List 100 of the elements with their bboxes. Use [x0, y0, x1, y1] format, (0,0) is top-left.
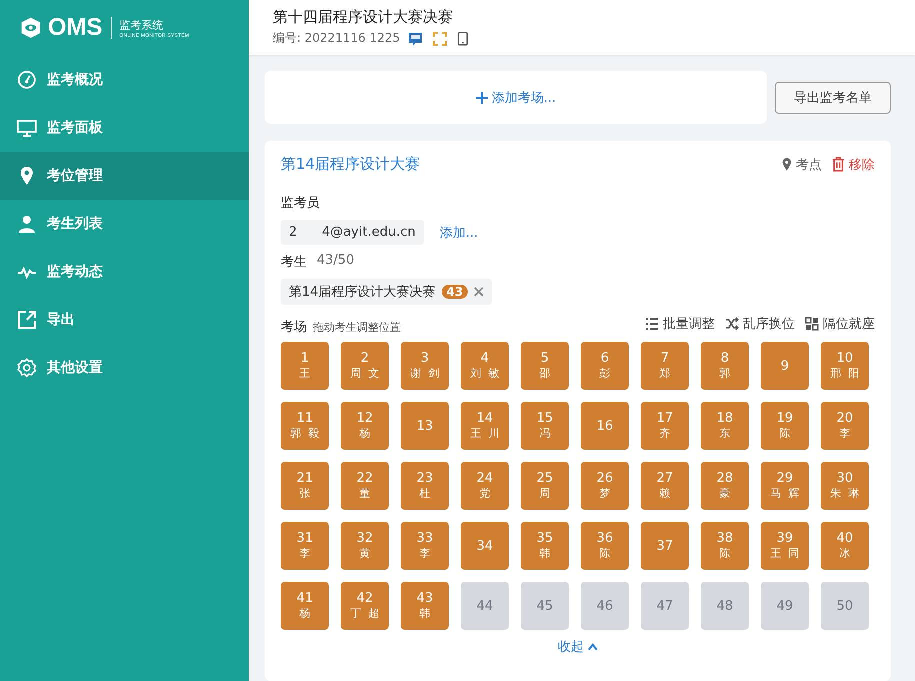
sidebar-item[interactable]: 监考概况 — [0, 56, 249, 104]
exam-code: 编号: 20221116 1225 — [273, 30, 400, 47]
student-name: 冯 — [540, 426, 550, 441]
location-link[interactable]: 考点 — [782, 156, 822, 174]
user-icon — [17, 214, 37, 234]
seat-tile[interactable]: 19 陈 — [761, 402, 809, 450]
seat-number: 49 — [776, 598, 794, 614]
seat-number: 23 — [416, 471, 434, 486]
seat-tile[interactable]: 29 马 辉 — [761, 462, 809, 510]
seat-number: 38 — [716, 531, 734, 546]
seat-tile[interactable]: 25 周 — [521, 462, 569, 510]
student-name: 邢 阳 — [830, 366, 860, 381]
seat-tile[interactable]: 50 — [821, 582, 869, 630]
seat-tile[interactable]: 47 — [641, 582, 689, 630]
seat-tile[interactable]: 45 — [521, 582, 569, 630]
seat-action-button[interactable]: 批量调整 — [645, 315, 715, 333]
seat-tile[interactable]: 11 郭 毅 — [281, 402, 329, 450]
seat-tile[interactable]: 40 冰 — [821, 522, 869, 570]
seat-tile[interactable]: 23 杜 — [401, 462, 449, 510]
seat-action-button[interactable]: 隔位就座 — [805, 315, 875, 333]
seat-tile[interactable]: 12 杨 — [341, 402, 389, 450]
seat-tile[interactable]: 38 陈 — [701, 522, 749, 570]
logo-text: OMS — [48, 14, 103, 42]
chat-icon[interactable] — [408, 30, 424, 46]
seat-number: 12 — [356, 411, 374, 426]
seat-tile[interactable]: 4 刘 敏 — [461, 342, 509, 390]
seat-tile[interactable]: 37 — [641, 522, 689, 570]
seat-number: 32 — [356, 531, 374, 546]
seat-number: 7 — [660, 351, 670, 366]
student-name: 陈 — [720, 546, 730, 561]
remove-link[interactable]: 移除 — [832, 156, 875, 174]
seat-tile[interactable]: 27 赖 — [641, 462, 689, 510]
sidebar-item[interactable]: 考位管理 — [0, 152, 249, 200]
sidebar-item[interactable]: 考生列表 — [0, 200, 249, 248]
seat-tile[interactable]: 6 彭 — [581, 342, 629, 390]
proctor-email-tag: 2 4@ayit.edu.cn — [281, 220, 424, 245]
seat-tile[interactable]: 43 韩 — [401, 582, 449, 630]
student-name: 郭 毅 — [290, 426, 320, 441]
seat-tile[interactable]: 3 谢 剑 — [401, 342, 449, 390]
seat-number: 27 — [656, 471, 674, 486]
seat-tile[interactable]: 10 邢 阳 — [821, 342, 869, 390]
student-name: 韩 — [420, 606, 430, 621]
student-name: 周 文 — [350, 366, 380, 381]
seat-tile[interactable]: 49 — [761, 582, 809, 630]
seat-tile[interactable]: 26 梦 — [581, 462, 629, 510]
seat-tile[interactable]: 30 朱 琳 — [821, 462, 869, 510]
seat-tile[interactable]: 15 冯 — [521, 402, 569, 450]
room-title[interactable]: 第14届程序设计大赛 — [281, 155, 772, 174]
seat-tile[interactable]: 46 — [581, 582, 629, 630]
student-name: 黄 — [360, 546, 370, 561]
seat-tile[interactable]: 9 — [761, 342, 809, 390]
seat-tile[interactable]: 48 — [701, 582, 749, 630]
seat-tile[interactable]: 34 — [461, 522, 509, 570]
seat-tile[interactable]: 28 豪 — [701, 462, 749, 510]
seat-tile[interactable]: 33 李 — [401, 522, 449, 570]
logo-icon — [20, 16, 42, 40]
seat-number: 26 — [596, 471, 614, 486]
seat-tile[interactable]: 35 韩 — [521, 522, 569, 570]
seat-number: 46 — [596, 598, 614, 614]
seat-tile[interactable]: 36 陈 — [581, 522, 629, 570]
seat-number: 31 — [296, 531, 314, 546]
seat-tile[interactable]: 17 齐 — [641, 402, 689, 450]
seat-tile[interactable]: 41 杨 — [281, 582, 329, 630]
seats-label: 考场 — [281, 319, 307, 336]
seat-tile[interactable]: 31 李 — [281, 522, 329, 570]
collapse-link[interactable]: 收起 — [558, 638, 598, 656]
seat-tile[interactable]: 5 邵 — [521, 342, 569, 390]
export-button[interactable]: 导出监考名单 — [775, 82, 891, 114]
close-icon[interactable] — [474, 287, 484, 297]
sidebar-item[interactable]: 监考动态 — [0, 248, 249, 296]
seat-tile[interactable]: 21 张 — [281, 462, 329, 510]
seat-tile[interactable]: 39 王 同 — [761, 522, 809, 570]
seat-tile[interactable]: 18 东 — [701, 402, 749, 450]
seat-action-button[interactable]: 乱序换位 — [725, 315, 795, 333]
seat-tile[interactable]: 32 黄 — [341, 522, 389, 570]
seat-tile[interactable]: 13 — [401, 402, 449, 450]
add-proctor-link[interactable]: 添加... — [440, 224, 478, 242]
seat-tile[interactable]: 22 董 — [341, 462, 389, 510]
seat-number: 44 — [476, 598, 494, 614]
add-room-link[interactable]: 添加考场... — [476, 88, 556, 106]
seat-tile[interactable]: 20 李 — [821, 402, 869, 450]
mobile-icon[interactable] — [456, 30, 470, 46]
student-name: 刘 敏 — [470, 366, 500, 381]
seat-tile[interactable]: 2 周 文 — [341, 342, 389, 390]
seat-tile[interactable]: 24 党 — [461, 462, 509, 510]
seat-number: 21 — [296, 471, 314, 486]
seat-tile[interactable]: 1 王 — [281, 342, 329, 390]
sidebar-item[interactable]: 监考面板 — [0, 104, 249, 152]
seat-number: 43 — [416, 591, 434, 606]
sidebar-item[interactable]: 其他设置 — [0, 344, 249, 392]
seat-tile[interactable]: 42 丁 超 — [341, 582, 389, 630]
seat-tile[interactable]: 14 王 川 — [461, 402, 509, 450]
seat-tile[interactable]: 16 — [581, 402, 629, 450]
sidebar-item[interactable]: 导出 — [0, 296, 249, 344]
seat-tile[interactable]: 8 郭 — [701, 342, 749, 390]
seat-tile[interactable]: 44 — [461, 582, 509, 630]
seat-tile[interactable]: 7 郑 — [641, 342, 689, 390]
student-name: 张 — [300, 486, 310, 501]
shuffle-icon — [725, 317, 739, 331]
export-icon — [17, 310, 37, 330]
